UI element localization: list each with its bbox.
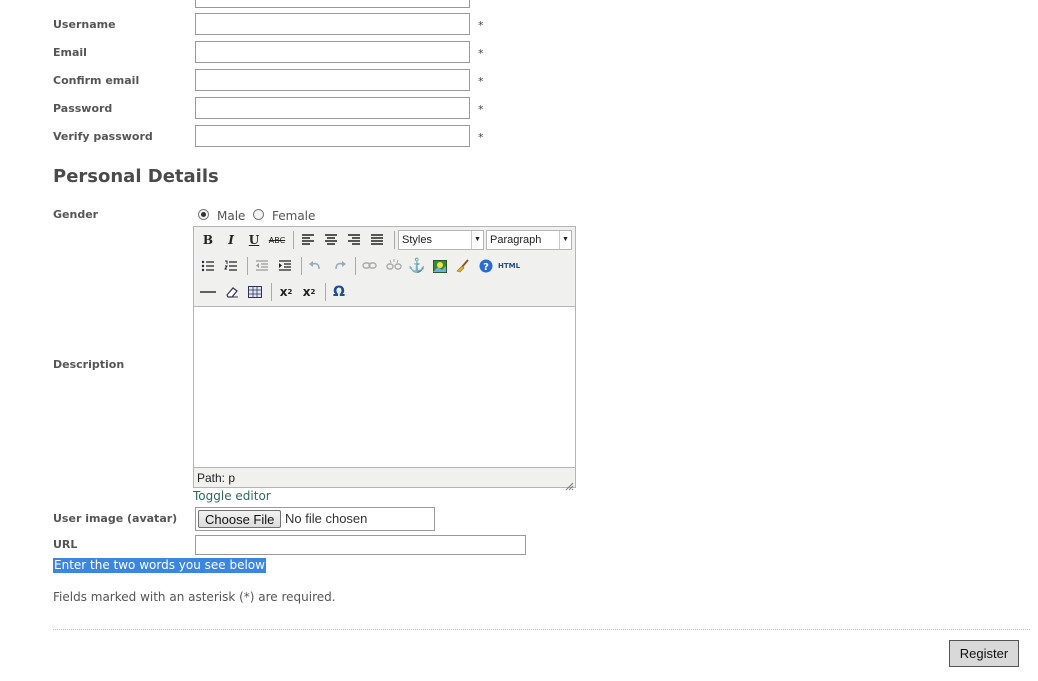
url-input[interactable] bbox=[195, 535, 526, 555]
svg-text:?: ? bbox=[483, 262, 489, 273]
align-center-icon[interactable] bbox=[321, 230, 341, 250]
toolbar-separator bbox=[271, 283, 272, 301]
confirm-email-input[interactable] bbox=[195, 69, 470, 91]
url-label: URL bbox=[53, 538, 78, 551]
register-button[interactable]: Register bbox=[949, 640, 1019, 667]
required-marker: * bbox=[478, 103, 484, 116]
format-select-value: Paragraph bbox=[490, 234, 542, 246]
anchor-icon[interactable]: ⚓ bbox=[407, 256, 427, 276]
editor-path: Path: p bbox=[197, 471, 236, 485]
editor-toolbar-row-1: B I U ABC Styles ▼ Paragraph ▼ bbox=[194, 227, 575, 253]
required-fields-note: Fields marked with an asterisk (*) are r… bbox=[53, 590, 336, 604]
confirm-email-label: Confirm email bbox=[53, 74, 140, 87]
username-label: Username bbox=[53, 18, 116, 31]
resize-grip-icon[interactable] bbox=[564, 476, 574, 491]
unlink-icon[interactable] bbox=[384, 256, 404, 276]
section-heading: Personal Details bbox=[53, 166, 219, 187]
styles-select[interactable]: Styles ▼ bbox=[398, 230, 484, 250]
chevron-down-icon: ▼ bbox=[471, 231, 483, 249]
captcha-prompt: Enter the two words you see below bbox=[53, 558, 266, 573]
editor-toolbar-row-3: x2 x2 Ω bbox=[194, 279, 575, 305]
toggle-editor-link[interactable]: Toggle editor bbox=[193, 489, 271, 503]
italic-icon[interactable]: I bbox=[221, 230, 241, 250]
horizontal-rule-icon[interactable] bbox=[198, 282, 218, 302]
outdent-icon[interactable] bbox=[252, 256, 272, 276]
toolbar-separator bbox=[355, 257, 356, 275]
special-char-icon[interactable]: Ω bbox=[329, 282, 349, 302]
gender-female-radio[interactable] bbox=[253, 209, 264, 220]
required-marker: * bbox=[478, 47, 484, 60]
eraser-icon[interactable] bbox=[222, 282, 242, 302]
html-icon[interactable]: HTML bbox=[498, 256, 520, 276]
required-marker: * bbox=[478, 75, 484, 88]
avatar-file-input[interactable]: Choose File No file chosen bbox=[195, 507, 435, 531]
toolbar-separator bbox=[247, 257, 248, 275]
numbered-list-icon[interactable] bbox=[221, 256, 241, 276]
toolbar-separator bbox=[394, 231, 395, 249]
image-icon[interactable] bbox=[430, 256, 450, 276]
link-icon[interactable] bbox=[360, 256, 380, 276]
editor-content-area[interactable] bbox=[194, 306, 575, 468]
chevron-down-icon: ▼ bbox=[559, 231, 571, 249]
gender-female-label[interactable]: Female bbox=[272, 209, 315, 223]
indent-icon[interactable] bbox=[275, 256, 295, 276]
file-status: No file chosen bbox=[285, 511, 368, 526]
email-input[interactable] bbox=[195, 41, 470, 63]
bullet-list-icon[interactable] bbox=[198, 256, 218, 276]
cleanup-icon[interactable] bbox=[453, 256, 473, 276]
redo-icon[interactable] bbox=[330, 256, 350, 276]
verify-password-input[interactable] bbox=[195, 125, 470, 147]
choose-file-button[interactable]: Choose File bbox=[198, 510, 282, 528]
underline-icon[interactable]: U bbox=[244, 230, 264, 250]
email-label: Email bbox=[53, 46, 87, 59]
avatar-label: User image (avatar) bbox=[53, 512, 178, 525]
superscript-icon[interactable]: x2 bbox=[299, 282, 319, 302]
password-label: Password bbox=[53, 102, 113, 115]
toolbar-separator bbox=[293, 231, 294, 249]
name-input[interactable] bbox=[195, 0, 470, 8]
help-icon[interactable]: ? bbox=[476, 256, 496, 276]
gender-male-radio[interactable] bbox=[198, 209, 209, 220]
divider bbox=[53, 629, 1030, 630]
bold-icon[interactable]: B bbox=[198, 230, 218, 250]
align-left-icon[interactable] bbox=[298, 230, 318, 250]
username-input[interactable] bbox=[195, 13, 470, 35]
rich-text-editor: B I U ABC Styles ▼ Paragraph ▼ ⚓ ? HTML … bbox=[193, 226, 576, 491]
gender-male-label[interactable]: Male bbox=[217, 209, 245, 223]
verify-password-label: Verify password bbox=[53, 130, 153, 143]
table-icon[interactable] bbox=[245, 282, 265, 302]
styles-select-value: Styles bbox=[402, 234, 432, 246]
required-marker: * bbox=[478, 131, 484, 144]
toolbar-separator bbox=[325, 283, 326, 301]
gender-label: Gender bbox=[53, 208, 99, 221]
editor-toolbar-row-2: ⚓ ? HTML bbox=[194, 253, 575, 279]
required-marker: * bbox=[478, 19, 484, 32]
align-right-icon[interactable] bbox=[344, 230, 364, 250]
password-input[interactable] bbox=[195, 97, 470, 119]
toolbar-separator bbox=[301, 257, 302, 275]
format-select[interactable]: Paragraph ▼ bbox=[486, 230, 572, 250]
align-justify-icon[interactable] bbox=[367, 230, 387, 250]
undo-icon[interactable] bbox=[305, 256, 325, 276]
strikethrough-icon[interactable]: ABC bbox=[267, 230, 287, 250]
subscript-icon[interactable]: x2 bbox=[276, 282, 296, 302]
description-label: Description bbox=[53, 358, 125, 371]
